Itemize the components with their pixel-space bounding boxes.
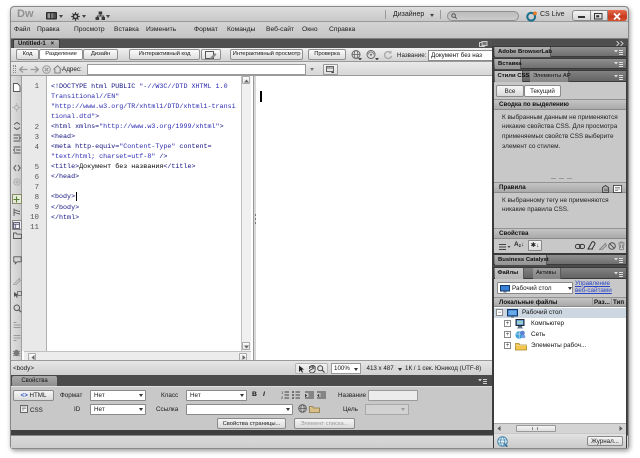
- svg-text:2: 2: [281, 395, 284, 399]
